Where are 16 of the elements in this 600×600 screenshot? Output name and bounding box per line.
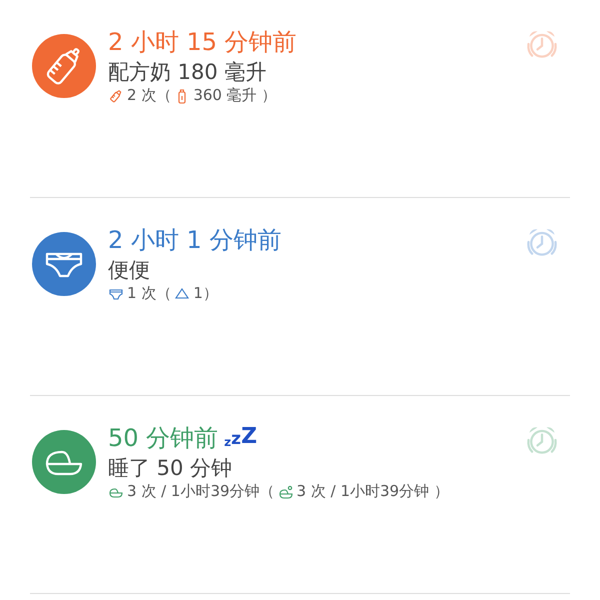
count-text: 2 次（ (127, 86, 172, 105)
time-ago: 50 分钟前 (108, 423, 218, 454)
entry-detail: 睡了 50 分钟 (108, 455, 234, 482)
entry-detail: 配方奶 180 毫升 (108, 59, 268, 86)
count-text: 1 次（ (127, 284, 172, 303)
count-text: 3 次 / 1小时39分钟（ (127, 482, 275, 501)
triangle-icon (174, 286, 190, 302)
total-text: 3 次 / 1小时39分钟 ） (296, 482, 449, 501)
total-text: 360 毫升 ） (193, 86, 276, 105)
time-ago: 2 小时 1 分钟前 (108, 225, 282, 256)
total-text: 1） (193, 284, 218, 303)
bottle-icon (108, 88, 124, 104)
sleeping-mark: zzZ (224, 426, 258, 448)
bassinet-icon (278, 484, 294, 500)
entry-detail: 便便 (108, 257, 151, 284)
time-ago: 2 小时 15 分钟前 (108, 27, 297, 58)
